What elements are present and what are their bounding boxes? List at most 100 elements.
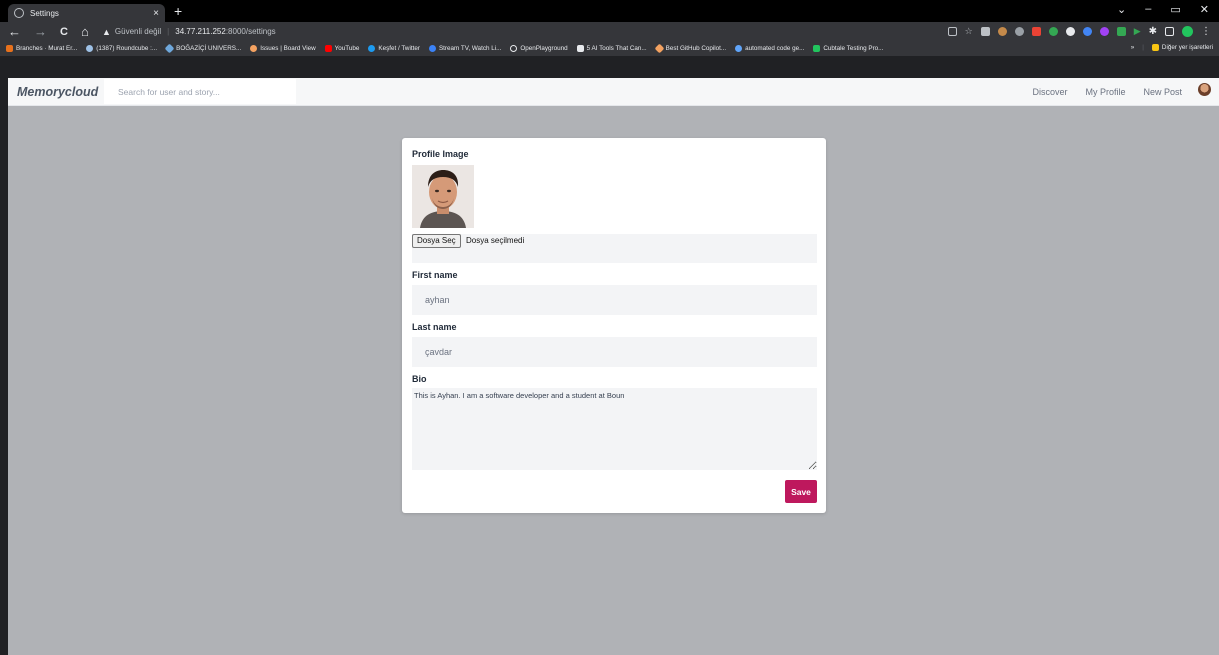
bookmark-item[interactable]: Best GitHub Copilot... <box>654 43 727 54</box>
puzzle-icon[interactable]: ✱ <box>1149 27 1157 37</box>
bookmark-label: Branches · Murat Er... <box>16 45 78 52</box>
warning-icon: ▲ <box>102 26 111 37</box>
bookmark-label: OpenPlayground <box>520 45 568 52</box>
security-label: Güvenli değil <box>114 27 162 36</box>
extension-icon[interactable] <box>1048 27 1058 36</box>
folder-icon <box>1151 44 1159 51</box>
bookmark-favicon-icon <box>164 43 175 54</box>
search-input[interactable] <box>104 79 296 104</box>
other-bookmarks-button[interactable]: Diğer yer işaretleri <box>1151 44 1213 51</box>
address-separator: | <box>167 27 170 36</box>
share-icon[interactable] <box>947 27 957 36</box>
extension-icon[interactable] <box>1082 27 1092 36</box>
nav-link-discover[interactable]: Discover <box>1032 87 1067 97</box>
bookmark-star-icon[interactable]: ☆ <box>965 27 973 36</box>
bookmark-label: Best GitHub Copilot... <box>665 45 727 52</box>
choose-file-button[interactable]: Dosya Seç <box>412 234 461 248</box>
bookmarks-bar: Branches · Murat Er... (1387) Roundcube … <box>0 41 1219 56</box>
bookmark-item[interactable]: 5 AI Tools That Can... <box>576 45 647 52</box>
home-button[interactable]: ⌂ <box>81 24 89 40</box>
new-tab-button[interactable]: + <box>174 3 182 19</box>
extension-icon[interactable] <box>1065 27 1075 36</box>
address-bar[interactable]: ▲ Güvenli değil | 34.77.211.252:8000/set… <box>94 23 884 40</box>
youtube-icon <box>324 45 332 52</box>
bookmark-item[interactable]: Issues | Board View <box>250 45 316 52</box>
close-window-button[interactable]: ✕ <box>1200 3 1209 16</box>
bookmark-favicon-icon <box>428 45 436 52</box>
reload-button[interactable]: C <box>60 24 68 40</box>
profile-avatar-icon[interactable] <box>1182 26 1193 37</box>
bookmark-item[interactable]: (1387) Roundcube :... <box>86 45 157 52</box>
bookmark-item[interactable]: OpenPlayground <box>510 45 568 52</box>
twitter-icon <box>368 45 376 52</box>
bookmark-label: BOĞAZİÇİ UNIVERS... <box>176 45 242 52</box>
back-button[interactable]: ← <box>8 24 21 40</box>
window-controls: ⌄ – ▭ ✕ <box>1117 3 1209 16</box>
save-button[interactable]: Save <box>785 480 817 503</box>
bookmark-label: automated code ge... <box>745 45 805 52</box>
file-input: Dosya Seç Dosya seçilmedi <box>412 234 817 263</box>
extension-icon[interactable] <box>997 27 1007 36</box>
bookmark-favicon-icon <box>576 45 584 52</box>
bookmark-item[interactable]: automated code ge... <box>735 45 804 52</box>
first-name-field[interactable] <box>412 285 817 315</box>
bookmark-label: YouTube <box>334 45 360 52</box>
menu-icon[interactable]: ⋮ <box>1201 27 1211 37</box>
close-tab-icon[interactable]: × <box>153 8 159 19</box>
bio-textarea[interactable]: This is Ayhan. I am a software developer… <box>412 388 817 470</box>
bookmark-label: Cubtale Testing Pro... <box>823 45 884 52</box>
browser-tab-settings[interactable]: Settings × <box>8 4 165 22</box>
bookmark-item[interactable]: Stream TV, Watch Li... <box>428 45 502 52</box>
forward-button[interactable]: → <box>34 24 47 40</box>
extension-icon[interactable] <box>1014 27 1024 36</box>
divider: | <box>1142 44 1144 51</box>
settings-card: Profile Image Dosya Seç Dosya seçilmedi … <box>402 138 826 513</box>
app-navbar: Memorycloud Discover My Profile New Post <box>8 78 1219 106</box>
bookmark-label: 5 AI Tools That Can... <box>586 45 647 52</box>
globe-icon <box>510 45 518 52</box>
browser-tabstrip: Settings × + ⌄ – ▭ ✕ <box>0 0 1219 22</box>
file-status-text: Dosya seçilmedi <box>466 236 525 245</box>
bookmark-item[interactable]: Branches · Murat Er... <box>6 45 77 52</box>
profile-image <box>412 165 474 228</box>
bookmarks-right: » | Diğer yer işaretleri <box>1131 44 1213 51</box>
nav-link-new-post[interactable]: New Post <box>1143 87 1182 97</box>
bookmark-favicon-icon <box>735 45 743 52</box>
bookmark-label: Stream TV, Watch Li... <box>438 45 502 52</box>
first-name-label: First name <box>412 270 458 280</box>
bookmark-item[interactable]: BOĞAZİÇİ UNIVERS... <box>164 43 242 54</box>
minimize-button[interactable]: – <box>1145 3 1151 16</box>
bookmark-label: Keşfet / Twitter <box>378 45 420 52</box>
last-name-field[interactable] <box>412 337 817 367</box>
bookmark-item[interactable]: Cubtale Testing Pro... <box>813 45 883 52</box>
bookmarks-overflow-button[interactable]: » <box>1131 44 1135 51</box>
extension-icon[interactable] <box>1031 27 1041 36</box>
tab-search-icon[interactable]: ⌄ <box>1117 3 1126 16</box>
extension-icon[interactable] <box>1116 27 1126 36</box>
bookmark-item[interactable]: YouTube <box>324 45 360 52</box>
user-avatar[interactable] <box>1198 83 1211 96</box>
extension-icon[interactable] <box>980 27 990 36</box>
bookmark-favicon-icon <box>654 43 665 54</box>
address-host: 34.77.211.252 <box>175 27 226 36</box>
bookmark-label: Issues | Board View <box>260 45 316 52</box>
restore-button[interactable]: ▭ <box>1170 3 1180 16</box>
nav-link-my-profile[interactable]: My Profile <box>1085 87 1125 97</box>
navigation-buttons: ← → C ⌂ <box>8 24 89 40</box>
bookmark-favicon-icon <box>86 45 94 52</box>
bookmark-item[interactable]: Keşfet / Twitter <box>368 45 420 52</box>
bookmark-favicon-icon <box>813 45 821 52</box>
page-viewport: Memorycloud Discover My Profile New Post… <box>8 78 1219 655</box>
brand-logo[interactable]: Memorycloud <box>17 85 98 99</box>
address-path: :8000/settings <box>225 27 276 36</box>
play-icon[interactable]: ▶ <box>1134 27 1141 36</box>
bookmark-favicon-icon <box>6 45 13 52</box>
sidepanel-icon[interactable] <box>1165 27 1174 36</box>
profile-photo-icon <box>412 165 474 228</box>
extension-icon[interactable] <box>1099 27 1109 36</box>
bookmark-favicon-icon <box>250 45 258 52</box>
other-bookmarks-label: Diğer yer işaretleri <box>1161 44 1213 51</box>
last-name-label: Last name <box>412 322 457 332</box>
extension-icons: ☆ ▶ ✱ ⋮ <box>947 26 1211 37</box>
globe-icon <box>14 8 24 18</box>
